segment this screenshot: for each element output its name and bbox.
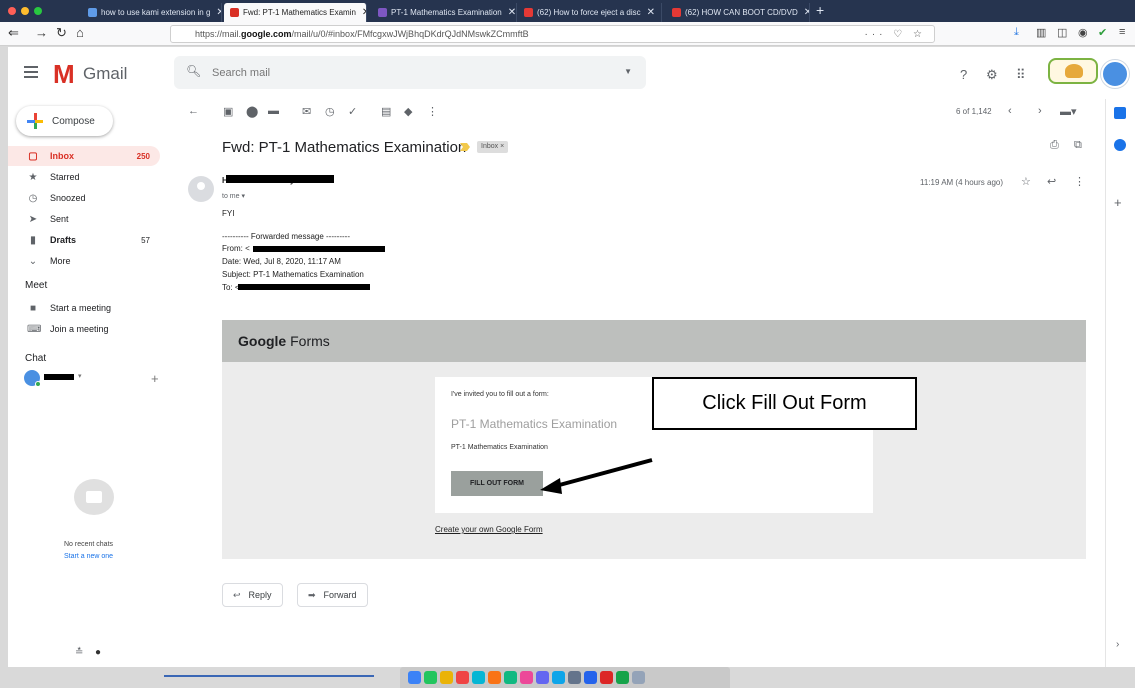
app-icon[interactable] (536, 671, 549, 684)
screenshot-frame: how to use kami extension in g ✕ Fwd: PT… (0, 0, 1135, 688)
app-icon[interactable] (616, 671, 629, 684)
app-icon[interactable] (568, 671, 581, 684)
app-icon[interactable] (552, 671, 565, 684)
annotation-callout: Click Fill Out Form (652, 377, 917, 430)
app-icon[interactable] (456, 671, 469, 684)
firefox-icon[interactable] (488, 671, 501, 684)
finder-icon[interactable] (408, 671, 421, 684)
app-icon[interactable] (520, 671, 533, 684)
window-divider (164, 675, 374, 677)
app-icon[interactable] (504, 671, 517, 684)
trash-icon[interactable] (632, 671, 645, 684)
annotation-arrow (540, 458, 653, 494)
app-icon[interactable] (600, 671, 613, 684)
safari-icon[interactable] (472, 671, 485, 684)
app-icon[interactable] (440, 671, 453, 684)
macos-dock (400, 667, 730, 688)
app-icon[interactable] (584, 671, 597, 684)
numbers-icon[interactable] (424, 671, 437, 684)
